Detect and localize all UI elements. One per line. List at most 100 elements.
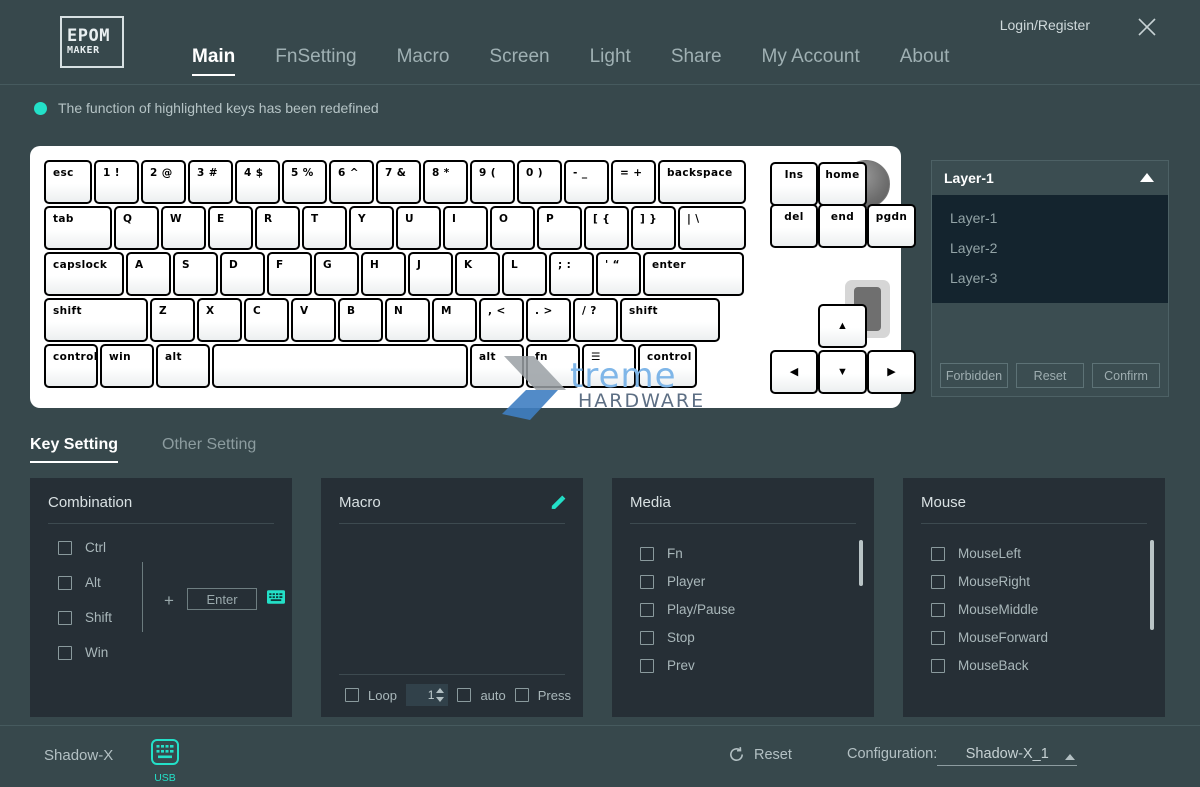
key-3[interactable]: 3 # [188,160,233,204]
key-del[interactable]: del [770,204,818,248]
key-fn[interactable]: fn [526,344,580,388]
key-[interactable]: - _ [564,160,609,204]
layer-option-2[interactable]: Layer-2 [932,233,1168,263]
media-item-play-pause[interactable]: Play/Pause [640,602,735,617]
key-e[interactable]: E [208,206,253,250]
key-capslock[interactable]: capslock [44,252,124,296]
key-l[interactable]: L [502,252,547,296]
key-[interactable]: ; : [549,252,594,296]
key-backspace[interactable]: backspace [658,160,746,204]
key-q[interactable]: Q [114,206,159,250]
key-shift[interactable]: shift [620,298,720,342]
key-v[interactable]: V [291,298,336,342]
key-home[interactable]: home [818,162,867,206]
media-scrollbar[interactable] [859,540,863,662]
key-[interactable]: | \ [678,206,746,250]
modifier-alt[interactable]: Alt [58,575,101,590]
stepper-down-icon[interactable] [436,697,444,702]
key-a[interactable]: A [126,252,171,296]
mouse-item-mouseback[interactable]: MouseBack [931,658,1029,673]
login-register-link[interactable]: Login/Register [1000,17,1090,33]
key-r[interactable]: R [255,206,300,250]
key-control[interactable]: control [638,344,697,388]
layer-reset-button[interactable]: Reset [1016,363,1084,388]
key-control[interactable]: control [44,344,98,388]
key-[interactable]: . > [526,298,571,342]
macro-auto-checkbox[interactable]: auto [457,688,505,703]
key-4[interactable]: 4 $ [235,160,280,204]
key-g[interactable]: G [314,252,359,296]
media-item-stop[interactable]: Stop [640,630,695,645]
mouse-item-mouseforward[interactable]: MouseForward [931,630,1048,645]
media-item-player[interactable]: Player [640,574,705,589]
nav-item-share[interactable]: Share [651,46,742,84]
modifier-win[interactable]: Win [58,645,108,660]
key-[interactable]: ☰ [582,344,636,388]
key-j[interactable]: J [408,252,453,296]
nav-item-macro[interactable]: Macro [377,46,470,84]
key-[interactable]: = + [611,160,656,204]
key-6[interactable]: 6 ^ [329,160,374,204]
mouse-item-mousemiddle[interactable]: MouseMiddle [931,602,1038,617]
layer-confirm-button[interactable]: Confirm [1092,363,1160,388]
key-u[interactable]: U [396,206,441,250]
key-ins[interactable]: Ins [770,162,818,206]
key-pgdn[interactable]: pgdn [867,204,916,248]
key-7[interactable]: 7 & [376,160,421,204]
key-shift[interactable]: shift [44,298,148,342]
stepper-up-icon[interactable] [436,688,444,693]
layer-option-3[interactable]: Layer-3 [932,263,1168,293]
layer-option-1[interactable]: Layer-1 [932,203,1168,233]
key-alt[interactable]: alt [470,344,524,388]
key-1[interactable]: 1 ! [94,160,139,204]
key-c[interactable]: C [244,298,289,342]
key-2[interactable]: 2 @ [141,160,186,204]
nav-item-light[interactable]: Light [570,46,651,84]
key-9[interactable]: 9 ( [470,160,515,204]
mouse-item-mouseleft[interactable]: MouseLeft [931,546,1021,561]
key-[interactable]: [ { [584,206,629,250]
mouse-scrollbar[interactable] [1150,540,1154,662]
macro-loop-checkbox[interactable]: Loop [345,688,397,703]
key-m[interactable]: M [432,298,477,342]
layer-dropdown-toggle[interactable]: Layer-1 [932,161,1168,195]
key-b[interactable]: B [338,298,383,342]
key-h[interactable]: H [361,252,406,296]
key-5[interactable]: 5 % [282,160,327,204]
key-y[interactable]: Y [349,206,394,250]
nav-item-fnsetting[interactable]: FnSetting [255,46,376,84]
nav-item-screen[interactable]: Screen [469,46,569,84]
key-arrow-up[interactable]: ▲ [818,304,867,348]
combination-key-button[interactable]: Enter [187,588,257,610]
key-[interactable]: / ? [573,298,618,342]
key-alt[interactable]: alt [156,344,210,388]
key-o[interactable]: O [490,206,535,250]
nav-item-main[interactable]: Main [172,46,255,84]
key-space[interactable] [212,344,468,388]
key-k[interactable]: K [455,252,500,296]
layer-forbidden-button[interactable]: Forbidden [940,363,1008,388]
key-arrow-down[interactable]: ▼ [818,350,867,394]
key-win[interactable]: win [100,344,154,388]
key-esc[interactable]: esc [44,160,92,204]
key-tab[interactable]: tab [44,206,112,250]
key-i[interactable]: I [443,206,488,250]
media-item-prev[interactable]: Prev [640,658,695,673]
key-n[interactable]: N [385,298,430,342]
key-[interactable]: ' “ [596,252,641,296]
modifier-shift[interactable]: Shift [58,610,112,625]
key-x[interactable]: X [197,298,242,342]
media-item-fn[interactable]: Fn [640,546,683,561]
footer-reset-button[interactable]: Reset [728,746,792,763]
pencil-edit-icon[interactable] [549,494,567,512]
key-end[interactable]: end [818,204,867,248]
key-t[interactable]: T [302,206,347,250]
key-z[interactable]: Z [150,298,195,342]
key-[interactable]: , < [479,298,524,342]
tab-key-setting[interactable]: Key Setting [30,436,118,463]
key-[interactable]: ] } [631,206,676,250]
macro-loop-stepper[interactable]: 1 [406,684,449,706]
key-arrow-left[interactable]: ◀ [770,350,818,394]
keyboard-picker-icon[interactable] [267,590,285,604]
key-d[interactable]: D [220,252,265,296]
